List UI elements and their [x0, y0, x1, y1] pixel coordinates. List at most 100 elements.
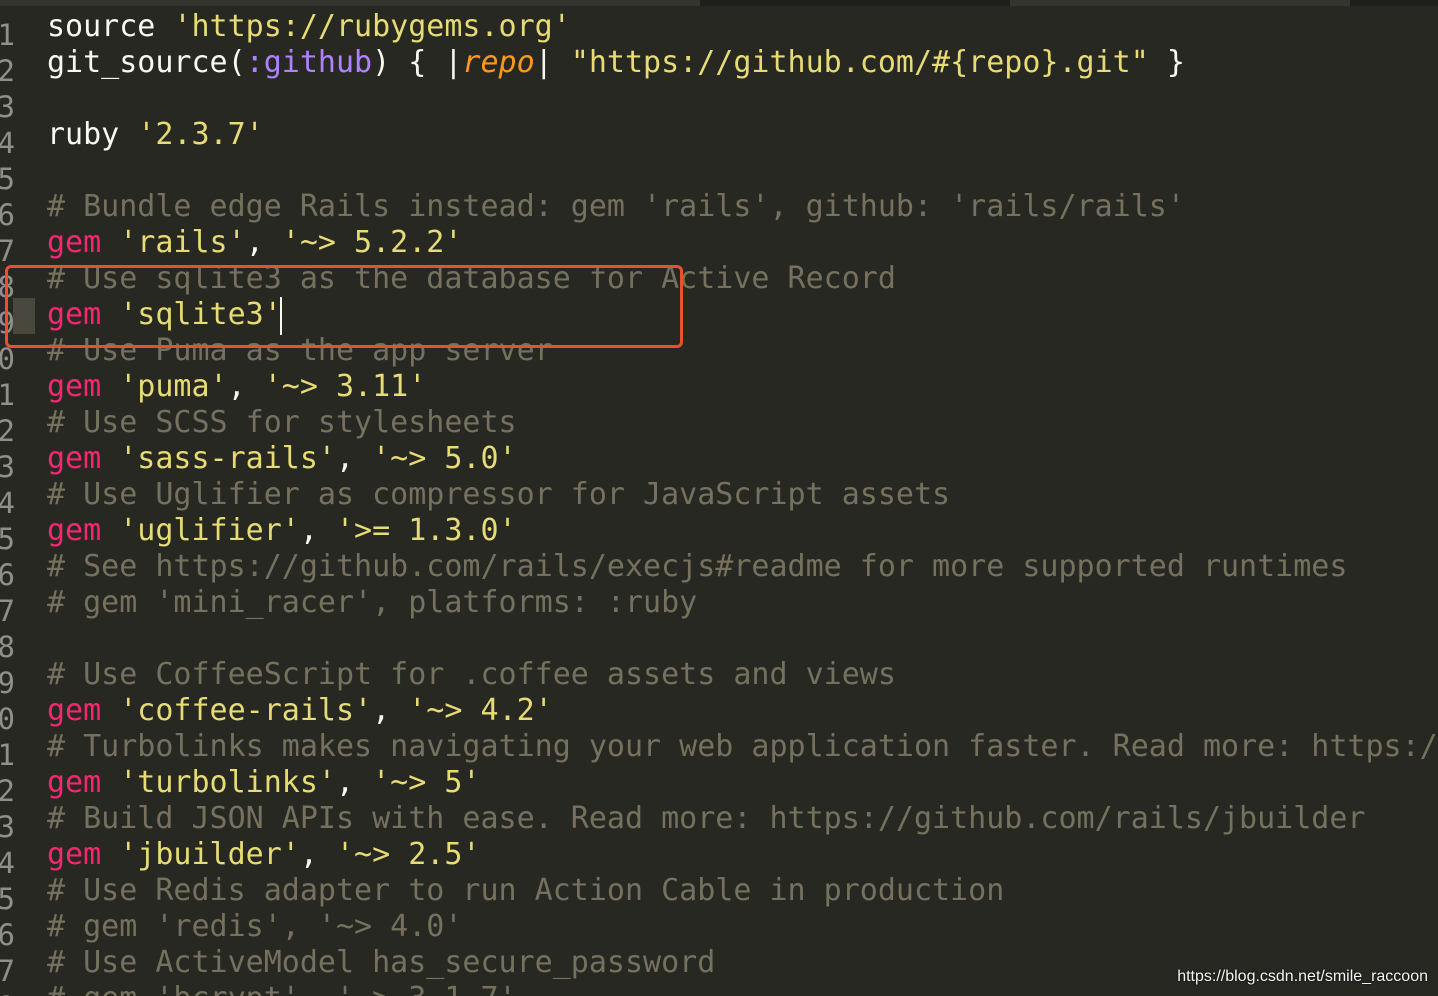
code-token: '~> 3.11': [263, 369, 427, 404]
code-line[interactable]: gem 'coffee-rails', '~> 4.2': [47, 693, 553, 729]
code-area[interactable]: source 'https://rubygems.org' git_source(…: [47, 0, 1438, 996]
code-token: gem: [47, 693, 102, 728]
line-number: 4: [0, 486, 15, 520]
line-number: 5: [0, 882, 15, 916]
code-line[interactable]: # gem 'mini_racer', platforms: :ruby: [47, 585, 697, 621]
code-line[interactable]: # Use sqlite3 as the database for Active…: [47, 261, 896, 297]
code-token: gem: [47, 369, 102, 404]
code-line[interactable]: # Use Uglifier as compressor for JavaScr…: [47, 477, 950, 513]
code-token: ,: [299, 513, 336, 548]
code-token: # gem 'redis', '~> 4.0': [47, 909, 463, 944]
code-token: # Use sqlite3 as the database for Active…: [47, 261, 896, 296]
code-line[interactable]: gem 'uglifier', '>= 1.3.0': [47, 513, 517, 549]
code-token: # Build JSON APIs with ease. Read more: …: [47, 801, 1366, 836]
code-token: 'coffee-rails': [119, 693, 373, 728]
code-token: ,: [336, 441, 373, 476]
code-token: gem: [47, 765, 102, 800]
line-number: 3: [0, 90, 15, 124]
code-line[interactable]: # Use Redis adapter to run Action Cable …: [47, 873, 1004, 909]
code-token: # Turbolinks makes navigating your web a…: [47, 729, 1438, 764]
code-line[interactable]: # See https://github.com/rails/execjs#re…: [47, 549, 1347, 585]
code-token: 'puma': [119, 369, 228, 404]
line-number: 3: [0, 450, 15, 484]
line-number: 1: [0, 378, 15, 412]
code-line[interactable]: # Use CoffeeScript for .coffee assets an…: [47, 657, 896, 693]
code-token: # Use ActiveModel has_secure_password: [47, 945, 716, 980]
code-token: ,: [299, 837, 336, 872]
line-number: 7: [0, 594, 15, 628]
code-line[interactable]: git_source(:github) { |repo| "https://gi…: [47, 45, 1185, 81]
code-token: ,: [336, 765, 373, 800]
code-token: 'uglifier': [119, 513, 300, 548]
line-number: 2: [0, 774, 15, 808]
code-token: 'jbuilder': [119, 837, 300, 872]
line-number: 7: [0, 234, 15, 268]
code-line[interactable]: gem 'rails', '~> 5.2.2': [47, 225, 462, 261]
code-editor[interactable]: 1234567890123456789012345678 source 'htt…: [0, 0, 1438, 996]
code-token: '~> 5.2.2': [281, 225, 463, 260]
code-token: gem: [47, 513, 102, 548]
line-number: 8: [0, 630, 15, 664]
line-number: 1: [0, 738, 15, 772]
line-number: 5: [0, 522, 15, 556]
code-token: gem: [47, 441, 102, 476]
text-cursor: [280, 297, 282, 335]
line-number: 4: [0, 846, 15, 880]
code-token: ,: [245, 225, 282, 260]
code-line[interactable]: # Build JSON APIs with ease. Read more: …: [47, 801, 1366, 837]
code-token: ,: [227, 369, 264, 404]
code-line[interactable]: gem 'sqlite3': [47, 297, 282, 333]
code-token: ruby: [47, 117, 138, 152]
code-line[interactable]: # gem 'redis', '~> 4.0': [47, 909, 462, 945]
code-token: ,: [372, 693, 409, 728]
code-line[interactable]: ruby '2.3.7': [47, 117, 264, 153]
code-token: 'turbolinks': [119, 765, 336, 800]
line-number: 2: [0, 414, 15, 448]
current-line-marker: [13, 298, 35, 334]
line-number: 6: [0, 558, 15, 592]
code-token: # See https://github.com/rails/execjs#re…: [47, 549, 1348, 584]
line-number: 0: [0, 702, 15, 736]
code-line[interactable]: # Use ActiveModel has_secure_password: [47, 945, 715, 981]
code-token: repo: [462, 45, 535, 80]
code-line[interactable]: # gem 'bcrypt', '~> 3.1.7': [47, 981, 517, 996]
code-line[interactable]: # Bundle edge Rails instead: gem 'rails'…: [47, 189, 1185, 225]
line-number: 0: [0, 342, 15, 376]
line-number: 2: [0, 54, 15, 88]
line-number: 1: [0, 18, 15, 52]
code-token: '2.3.7': [137, 117, 264, 152]
code-line[interactable]: # Use Puma as the app server: [47, 333, 553, 369]
code-token: # gem 'mini_racer', platforms: :ruby: [47, 585, 698, 620]
code-line[interactable]: gem 'puma', '~> 3.11': [47, 369, 426, 405]
code-token: '~> 5': [372, 765, 481, 800]
code-line[interactable]: source 'https://rubygems.org': [47, 9, 571, 45]
code-token: gem: [47, 837, 102, 872]
code-line[interactable]: # Use SCSS for stylesheets: [47, 405, 517, 441]
code-token: |: [534, 45, 571, 80]
code-line[interactable]: gem 'turbolinks', '~> 5': [47, 765, 481, 801]
code-token: 'sass-rails': [119, 441, 336, 476]
code-token: git_source(: [47, 45, 246, 80]
line-number: 3: [0, 810, 15, 844]
code-token: ) { |: [372, 45, 463, 80]
code-token: '~> 4.2': [408, 693, 553, 728]
code-line[interactable]: # Turbolinks makes navigating your web a…: [47, 729, 1438, 765]
code-token: # gem 'bcrypt', '~> 3.1.7': [47, 981, 517, 996]
code-token: # Use Redis adapter to run Action Cable …: [47, 873, 1005, 908]
code-token: # Use Puma as the app server: [47, 333, 553, 368]
code-line[interactable]: gem 'sass-rails', '~> 5.0': [47, 441, 517, 477]
code-line[interactable]: gem 'jbuilder', '~> 2.5': [47, 837, 481, 873]
code-token: '>= 1.3.0': [336, 513, 517, 548]
code-token: }: [1148, 45, 1185, 80]
line-number: 9: [0, 666, 15, 700]
code-token: # Use SCSS for stylesheets: [47, 405, 517, 440]
code-token: # Use Uglifier as compressor for JavaScr…: [47, 477, 951, 512]
